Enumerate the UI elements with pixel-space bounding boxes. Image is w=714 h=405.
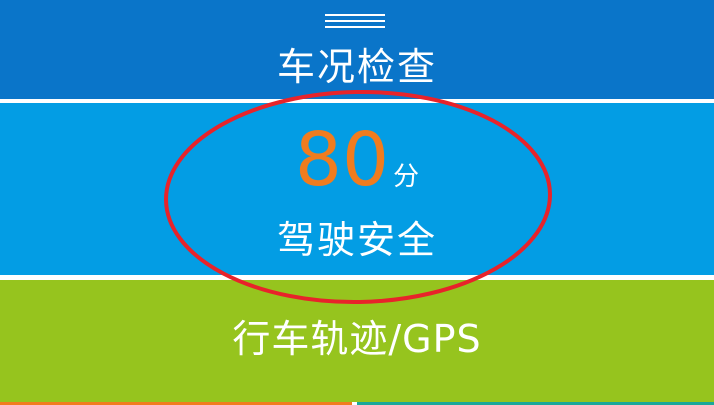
vehicle-check-title: 车况检查	[276, 45, 437, 89]
driving-track-gps-title: 行车轨迹/GPS	[232, 317, 482, 361]
safety-score-value: 80	[294, 117, 390, 203]
driving-track-gps-tile[interactable]: 行车轨迹/GPS	[0, 280, 714, 402]
safety-score-unit: 分	[393, 162, 420, 192]
driving-safety-label: 驾驶安全	[276, 218, 437, 262]
menu-icon-line	[325, 14, 385, 16]
menu-icon-line	[325, 26, 385, 28]
score-line: 80 分	[0, 115, 714, 205]
hamburger-menu-icon[interactable]	[325, 14, 385, 30]
vehicle-check-tile[interactable]: 车况检查	[0, 0, 714, 99]
driving-safety-tile[interactable]: 80 分 驾驶安全	[0, 103, 714, 275]
app-screen: 车况检查 80 分 驾驶安全 行车轨迹/GPS	[0, 0, 714, 405]
menu-icon-line	[325, 20, 385, 22]
